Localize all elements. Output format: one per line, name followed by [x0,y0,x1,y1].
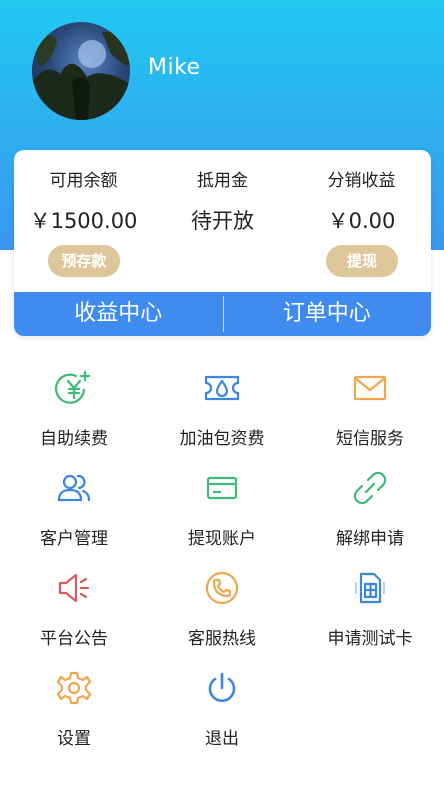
menu-label: 短信服务 [336,429,404,449]
card-icon [202,468,242,508]
phone-icon [202,568,242,608]
speaker-icon [54,568,94,608]
menu-label: 设置 [57,729,91,749]
menu-label: 客户管理 [40,529,108,549]
menu-label: 退出 [205,729,239,749]
menu-label: 平台公告 [40,629,108,649]
avatar[interactable] [32,22,130,120]
voucher-label: 抵用金 [197,171,248,191]
unlink-icon [350,468,390,508]
withdraw-button[interactable]: 提现 [326,245,398,277]
menu-item-test-card[interactable]: 申请测试卡 [296,560,444,660]
menu-item-data-pack[interactable]: 加油包资费 [148,360,296,460]
ticket-drop-icon [202,368,242,408]
menu-item-logout[interactable]: 退出 [148,660,296,760]
menu-item-unbind[interactable]: 解绑申请 [296,460,444,560]
menu-label: 自助续费 [40,429,108,449]
envelope-icon [350,368,390,408]
deposit-button[interactable]: 预存款 [48,245,120,277]
voucher-value: 待开放 [191,209,254,233]
menu-label: 解绑申请 [336,529,404,549]
menu-item-customers[interactable]: 客户管理 [0,460,148,560]
menu-item-self-renew[interactable]: 自助续费 [0,360,148,460]
menu-item-hotline[interactable]: 客服热线 [148,560,296,660]
menu-label: 客服热线 [188,629,256,649]
order-center-button[interactable]: 订单中心 [223,292,432,336]
username: Mike [148,55,201,80]
income-center-button[interactable]: 收益中心 [14,292,223,336]
distribution-value: ￥0.00 [327,209,396,233]
menu-item-withdraw-account[interactable]: 提现账户 [148,460,296,560]
menu-label: 提现账户 [188,529,256,549]
gear-icon [54,668,94,708]
balance-card: 可用余额 ￥1500.00 预存款 抵用金 待开放 分销收益 ￥0.00 提现 … [14,150,431,336]
menu-item-sms[interactable]: 短信服务 [296,360,444,460]
users-icon [54,468,94,508]
menu-item-announcement[interactable]: 平台公告 [0,560,148,660]
menu-label: 加油包资费 [179,429,265,449]
center-tabs: 收益中心 订单中心 [14,292,431,336]
menu-item-settings[interactable]: 设置 [0,660,148,760]
balance-voucher: 抵用金 待开放 [153,150,292,290]
balance-value: ￥1500.00 [29,209,138,233]
distribution-label: 分销收益 [327,171,396,191]
menu-label: 申请测试卡 [327,629,413,649]
balance-label: 可用余额 [49,171,118,191]
yen-plus-icon [54,368,94,408]
sim-card-icon [350,568,390,608]
power-icon [202,668,242,708]
